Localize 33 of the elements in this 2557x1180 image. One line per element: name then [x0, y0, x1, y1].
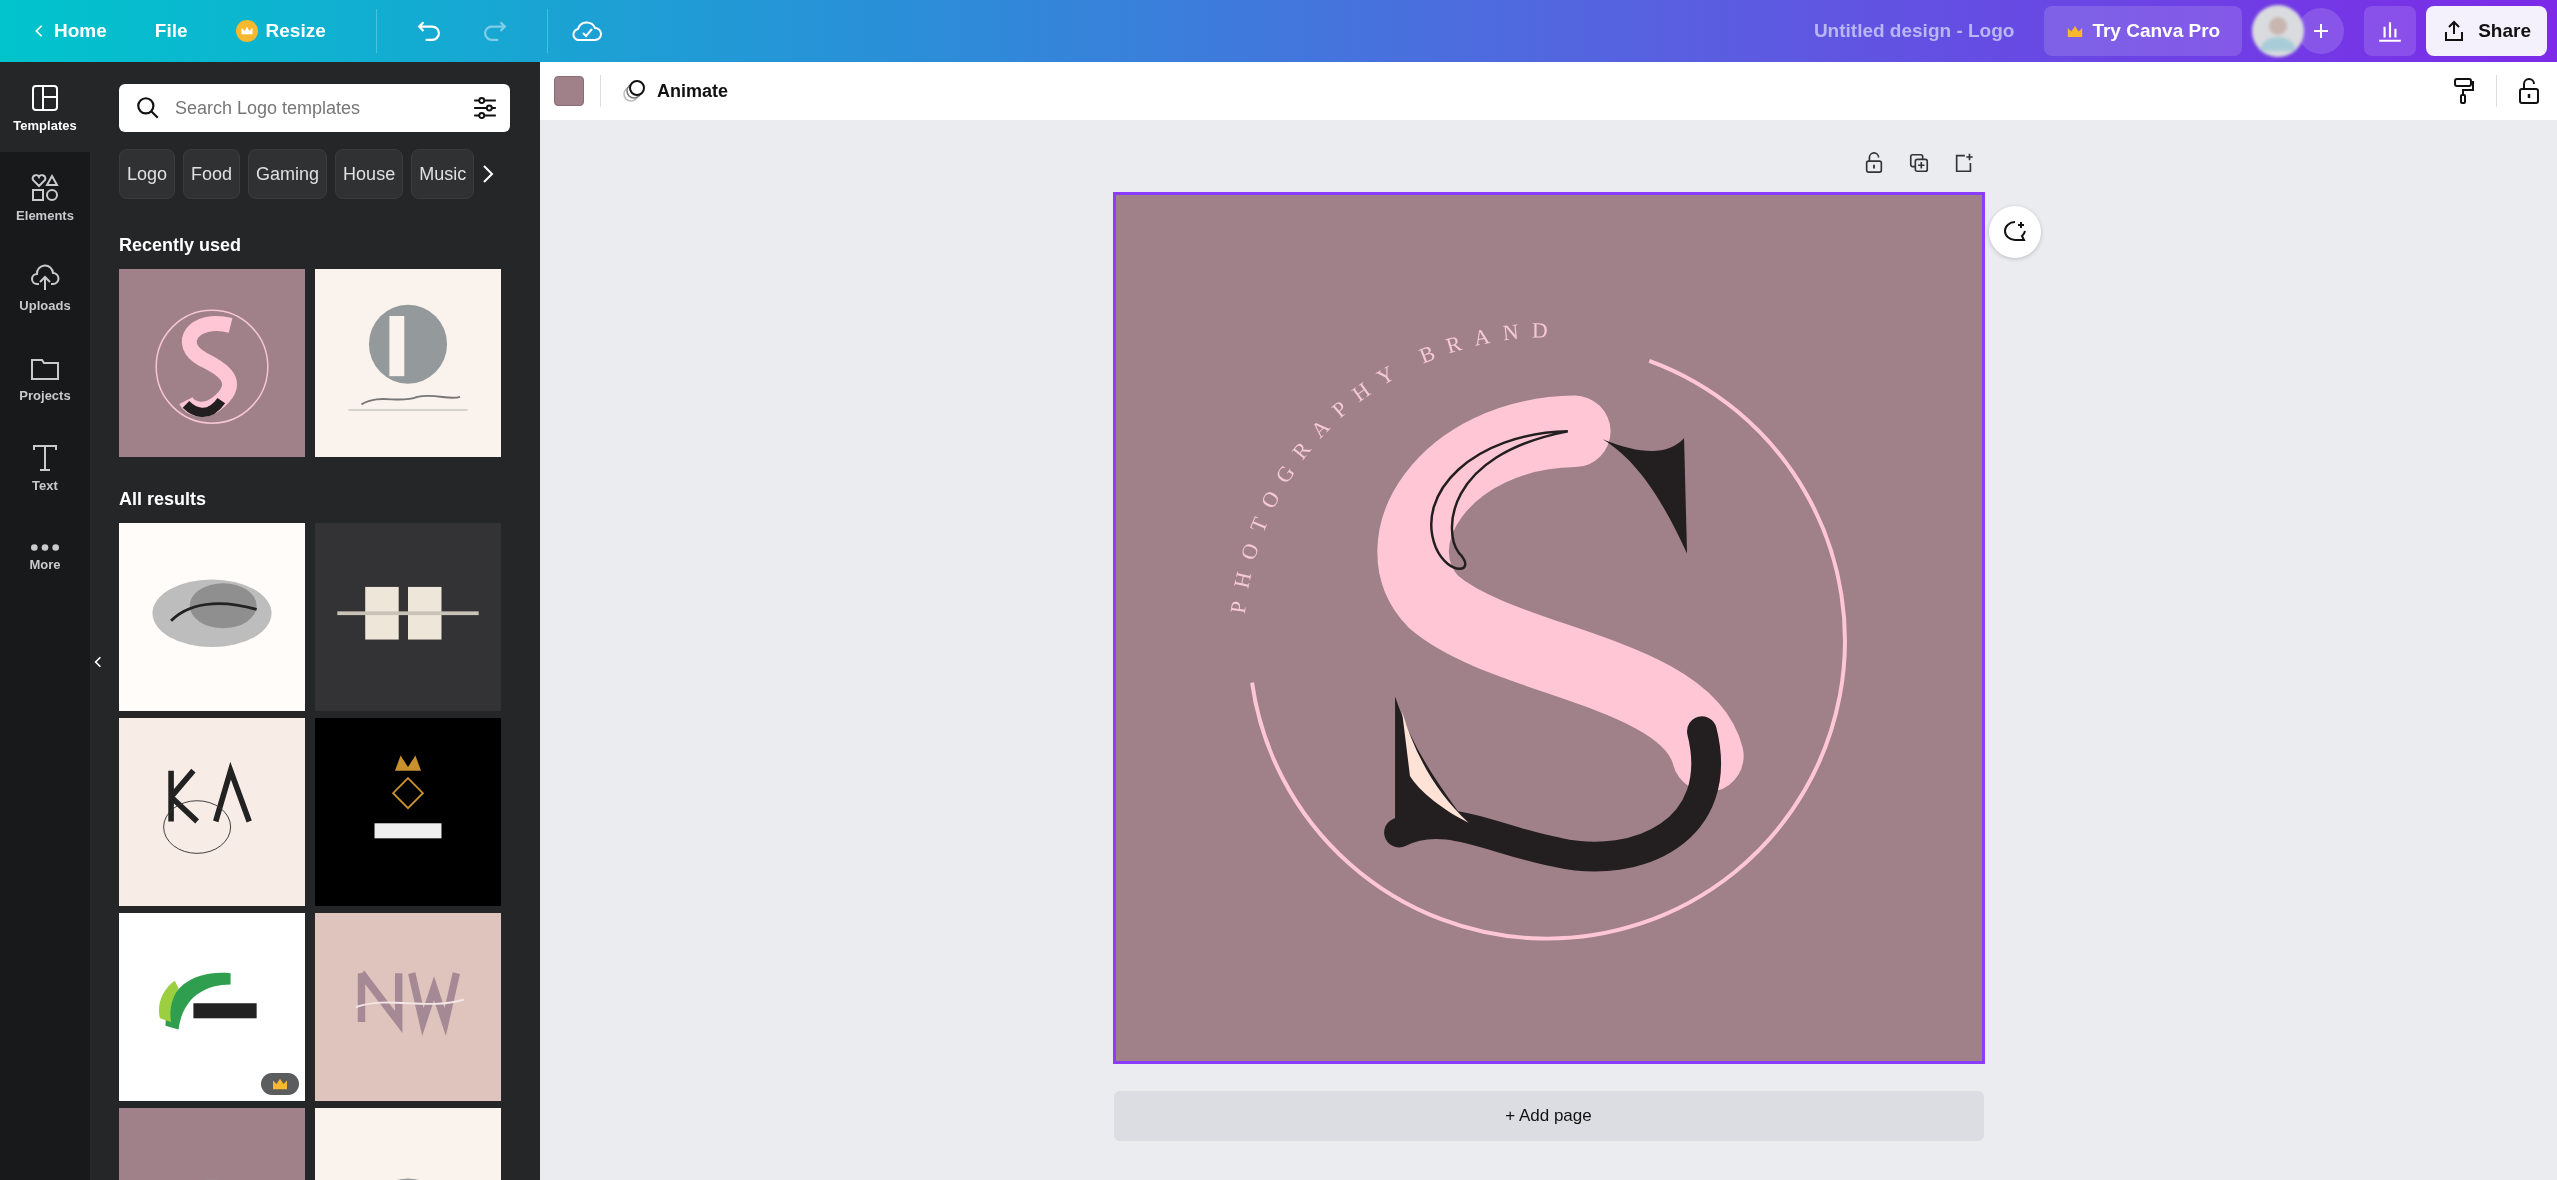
- duplicate-icon[interactable]: [1907, 152, 1930, 174]
- shapes-icon: [29, 171, 61, 204]
- search-input[interactable]: Search Logo templates: [173, 96, 460, 120]
- crown-badge: [261, 1073, 299, 1095]
- crown-icon: [235, 20, 258, 42]
- filter-icon[interactable]: [472, 95, 498, 121]
- category-chip[interactable]: Music: [411, 149, 475, 199]
- search-bar[interactable]: Search Logo templates: [119, 84, 510, 132]
- category-chip[interactable]: Gaming: [248, 149, 328, 199]
- chevron-right-icon[interactable]: [482, 164, 495, 184]
- add-page-button[interactable]: + Add page: [1113, 1091, 1984, 1141]
- insights-button[interactable]: [2364, 6, 2417, 56]
- chevron-left-icon: [94, 655, 102, 669]
- cloud-check-icon[interactable]: [571, 20, 602, 42]
- add-comment-button[interactable]: [1988, 206, 2041, 258]
- bar-chart-icon: [2377, 20, 2404, 42]
- try-pro-button[interactable]: Try Canva Pro: [2044, 6, 2243, 56]
- search-icon: [135, 95, 161, 121]
- category-chip[interactable]: Food: [183, 149, 241, 199]
- category-chip[interactable]: Logo: [119, 149, 176, 199]
- paint-roller-icon[interactable]: [2452, 77, 2476, 105]
- sidebar-tab[interactable]: Templates: [0, 62, 90, 152]
- animate-button[interactable]: Animate: [617, 74, 732, 108]
- add-people-button[interactable]: [2298, 8, 2345, 54]
- animate-icon: [621, 78, 647, 104]
- share-button[interactable]: Share: [2426, 6, 2547, 56]
- color-swatch[interactable]: [554, 76, 584, 106]
- avatar-icon[interactable]: [2252, 5, 2305, 57]
- section-heading: Recently used: [119, 235, 243, 256]
- more-icon: [29, 542, 61, 553]
- category-chip[interactable]: House: [335, 149, 404, 199]
- section-heading: All results: [119, 489, 208, 510]
- unlock-icon[interactable]: [2517, 77, 2541, 105]
